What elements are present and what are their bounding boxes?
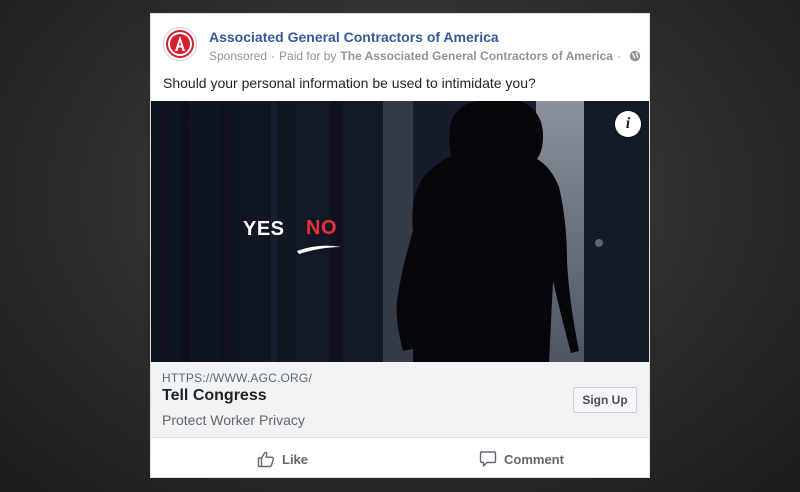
post-actions: Like Comment — [151, 439, 649, 477]
post-header: Associated General Contractors of Americ… — [151, 14, 649, 72]
like-button[interactable]: Like — [257, 439, 309, 477]
comment-icon — [479, 451, 497, 467]
agc-logo-icon[interactable] — [163, 27, 197, 61]
sponsored-post-card: Associated General Contractors of Americ… — [150, 13, 650, 478]
link-title[interactable]: Tell Congress — [162, 387, 267, 405]
post-meta: Sponsored · Paid for by The Associated G… — [209, 49, 641, 63]
meta-separator: · — [271, 49, 276, 63]
link-description: Protect Worker Privacy — [162, 412, 305, 428]
yes-text: YES — [243, 218, 285, 240]
sponsored-label[interactable]: Sponsored — [209, 49, 267, 63]
paid-for-by-label: Paid for by — [279, 49, 337, 63]
page-name-link[interactable]: Associated General Contractors of Americ… — [209, 29, 499, 45]
comment-button[interactable]: Comment — [479, 439, 564, 477]
link-domain: HTTPS://WWW.AGC.ORG/ — [162, 371, 312, 385]
post-caption: Should your personal information be used… — [163, 75, 536, 91]
ad-image[interactable]: YES NO i — [151, 101, 649, 362]
like-label: Like — [282, 451, 309, 467]
meta-separator: · — [616, 49, 621, 63]
link-preview[interactable]: HTTPS://WWW.AGC.ORG/ Tell Congress Prote… — [151, 362, 649, 438]
like-icon — [257, 451, 275, 468]
info-icon[interactable]: i — [615, 111, 641, 137]
paid-for-by-name[interactable]: The Associated General Contractors of Am… — [340, 49, 613, 63]
no-text: NO — [306, 217, 337, 239]
comment-label: Comment — [504, 451, 564, 467]
globe-icon — [629, 50, 641, 62]
sign-up-button[interactable]: Sign Up — [573, 387, 637, 413]
